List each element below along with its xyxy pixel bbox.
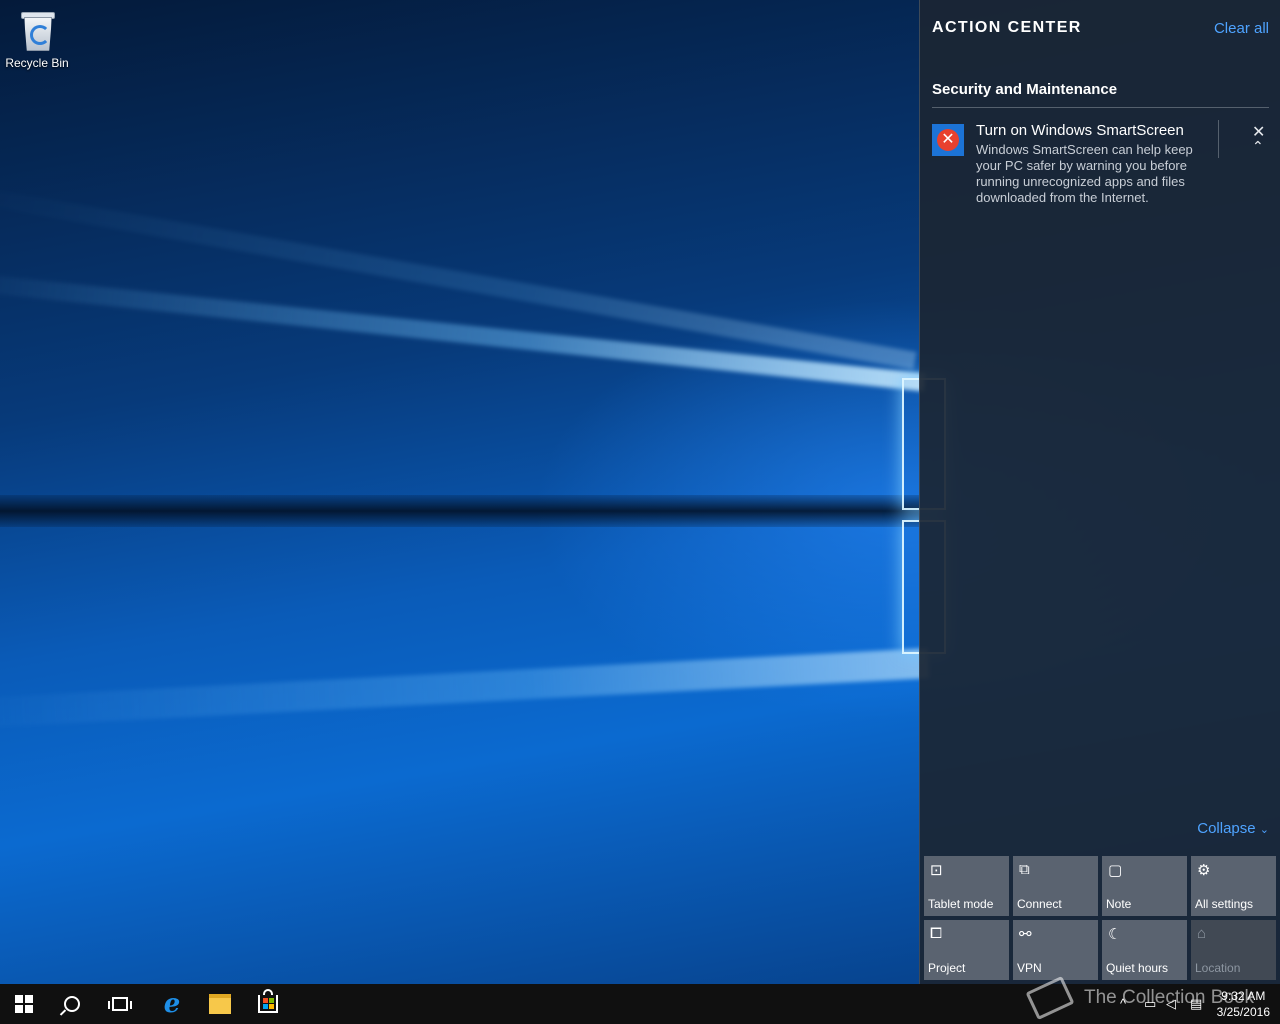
quick-action-all-settings[interactable]: ⚙ All settings xyxy=(1191,856,1276,916)
connect-icon: ⧉ xyxy=(1019,861,1030,878)
notification-smartscreen[interactable]: ✕ Turn on Windows SmartScreen Windows Sm… xyxy=(932,118,1272,212)
note-icon: ▢ xyxy=(1108,862,1123,879)
divider xyxy=(932,107,1269,108)
divider xyxy=(1218,120,1219,158)
quick-action-label: All settings xyxy=(1195,897,1254,911)
tablet-mode-icon: ⊡ xyxy=(930,862,943,879)
clear-all-link[interactable]: Clear all xyxy=(1214,20,1269,37)
quick-action-note[interactable]: ▢ Note xyxy=(1102,856,1187,916)
quick-action-tablet-mode[interactable]: ⊡ Tablet mode xyxy=(924,856,1009,916)
chevron-up-icon[interactable]: ⌃ xyxy=(1252,138,1264,155)
quick-action-label: Note xyxy=(1106,897,1132,911)
folder-icon xyxy=(209,994,231,1014)
recycle-bin-icon xyxy=(19,8,55,52)
quick-action-project[interactable]: ⧠ Project xyxy=(924,920,1009,980)
network-icon[interactable]: ▭ xyxy=(1144,996,1156,1012)
location-icon: ⌂ xyxy=(1197,925,1207,942)
quick-action-vpn[interactable]: ⚯ VPN xyxy=(1013,920,1098,980)
light-beam xyxy=(0,648,930,730)
windows-logo-icon xyxy=(15,995,33,1013)
quick-action-location[interactable]: ⌂ Location xyxy=(1191,920,1276,980)
task-view-button[interactable] xyxy=(96,984,144,1024)
search-button[interactable] xyxy=(48,984,96,1024)
collapse-label: Collapse xyxy=(1197,820,1256,837)
action-center-title: ACTION CENTER xyxy=(932,19,1082,36)
vpn-icon: ⚯ xyxy=(1019,926,1032,943)
task-view-icon xyxy=(108,997,132,1011)
collapse-quick-actions-link[interactable]: Collapse ⌄ xyxy=(1197,820,1269,837)
edge-icon: e xyxy=(163,989,181,1019)
quick-action-connect[interactable]: ⧉ Connect xyxy=(1013,856,1098,916)
moon-icon: ☾ xyxy=(1108,926,1122,943)
start-button[interactable] xyxy=(0,984,48,1024)
quick-action-label: Tablet mode xyxy=(928,897,994,911)
taskbar-app-edge[interactable]: e xyxy=(148,984,196,1024)
project-icon: ⧠ xyxy=(930,925,943,942)
error-icon: ✕ xyxy=(932,124,964,156)
store-icon xyxy=(258,989,278,1013)
taskbar-app-store[interactable] xyxy=(244,984,292,1024)
notification-body: Windows SmartScreen can help keep your P… xyxy=(976,142,1193,205)
quick-action-quiet-hours[interactable]: ☾ Quiet hours xyxy=(1102,920,1187,980)
quick-action-label: Quiet hours xyxy=(1106,961,1169,975)
notification-group-title[interactable]: Security and Maintenance xyxy=(932,81,1117,98)
show-hidden-icons-chevron-icon[interactable]: ^ xyxy=(1120,996,1126,1011)
search-icon xyxy=(64,996,80,1012)
quick-action-label: Connect xyxy=(1017,897,1062,911)
action-center-icon[interactable]: ▤ xyxy=(1190,996,1202,1012)
quick-action-label: Project xyxy=(928,961,966,975)
quick-action-label: VPN xyxy=(1017,961,1042,975)
desktop-icon-label: Recycle Bin xyxy=(5,56,69,70)
chevron-down-icon: ⌄ xyxy=(1259,824,1269,836)
taskbar-clock[interactable]: 9:32 AM 3/25/2016 xyxy=(1217,988,1270,1020)
notification-title: Turn on Windows SmartScreen xyxy=(976,122,1184,139)
quick-action-label: Location xyxy=(1195,961,1241,975)
wallpaper-band xyxy=(0,495,920,527)
volume-muted-icon[interactable]: ◁ xyxy=(1166,996,1176,1012)
taskbar: e ^ ▭ ◁ ▤ 9:32 AM 3/25/2016 xyxy=(0,984,1280,1024)
desktop-icon-recycle-bin[interactable]: Recycle Bin xyxy=(4,8,70,70)
taskbar-app-file-explorer[interactable] xyxy=(196,984,244,1024)
action-center-panel: ACTION CENTER Clear all Security and Mai… xyxy=(919,0,1280,984)
clock-date: 3/25/2016 xyxy=(1216,1005,1270,1019)
gear-icon: ⚙ xyxy=(1197,862,1211,879)
clock-time: 9:32 AM xyxy=(1221,989,1266,1003)
